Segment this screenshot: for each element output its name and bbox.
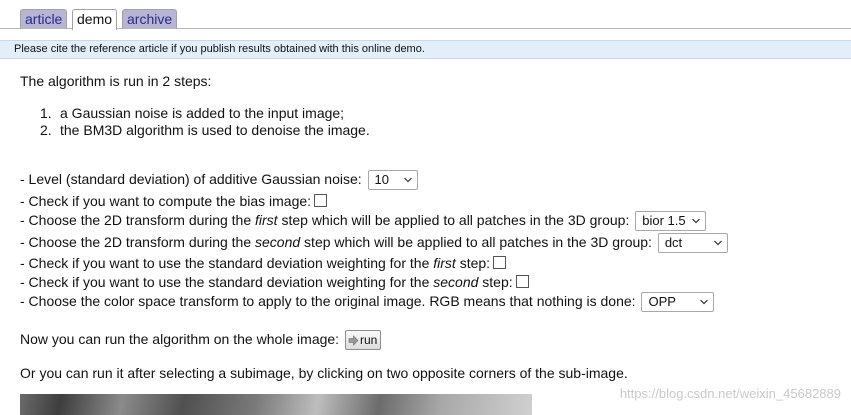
noise-level-select[interactable]: 10 (367, 170, 418, 191)
weight-first-label-em: first (433, 255, 456, 271)
transform-first-value: bior 1.5 (642, 213, 686, 229)
transform-first-label-pre: - Choose the 2D transform during the (20, 212, 256, 228)
step-number: 2. (40, 122, 52, 138)
tab-bar: article demo archive (0, 0, 851, 30)
tab-archive[interactable]: archive (122, 9, 178, 29)
transform-first-row: - Choose the 2D transform during the fir… (20, 211, 707, 232)
transform-second-label-em: second (255, 234, 301, 250)
tab-demo[interactable]: demo (72, 9, 118, 30)
intro-text: The algorithm is run in 2 steps: (20, 73, 212, 89)
transform-first-select[interactable]: bior 1.5 (635, 211, 707, 232)
chevron-down-icon (403, 177, 412, 183)
weight-second-row: - Check if you want to use the standard … (20, 273, 529, 291)
run-label: Now you can run the algorithm on the who… (20, 331, 340, 347)
tab-article[interactable]: article (20, 9, 68, 29)
bias-label: - Check if you want to compute the bias … (20, 193, 312, 209)
noise-level-label: - Level (standard deviation) of additive… (20, 171, 362, 187)
weight-first-label-post: step: (455, 255, 491, 271)
citation-notice: Please cite the reference article if you… (0, 40, 851, 59)
transform-second-select[interactable]: dct (657, 233, 728, 254)
run-button[interactable]: run (344, 330, 382, 351)
chevron-down-icon (700, 299, 709, 305)
weight-first-label-pre: - Check if you want to use the standard … (20, 255, 434, 271)
step-text: the BM3D algorithm is used to denoise th… (60, 122, 370, 138)
bias-checkbox[interactable] (314, 194, 328, 208)
noise-level-row: - Level (standard deviation) of additive… (20, 170, 418, 191)
step-item: 2. the BM3D algorithm is used to denoise … (40, 121, 370, 139)
weight-first-row: - Check if you want to use the standard … (20, 254, 507, 272)
transform-second-row: - Choose the 2D transform during the sec… (20, 233, 728, 254)
chevron-down-icon (692, 218, 701, 224)
step-item: 1. a Gaussian noise is added to the input… (40, 104, 344, 122)
transform-second-label-post: step which will be applied to all patche… (300, 234, 652, 250)
transform-first-label-em: first (255, 212, 278, 228)
arrow-right-icon (348, 334, 359, 346)
weight-second-label-pre: - Check if you want to use the standard … (20, 274, 434, 290)
watermark: https://blog.csdn.net/weixin_45682889 (619, 386, 841, 401)
weight-first-checkbox[interactable] (493, 256, 507, 270)
color-space-label: - Choose the color space transform to ap… (20, 293, 636, 309)
step-text: a Gaussian noise is added to the input i… (60, 105, 345, 121)
weight-second-checkbox[interactable] (515, 275, 529, 289)
noise-level-value: 10 (374, 172, 389, 188)
color-space-value: OPP (648, 294, 676, 310)
chevron-down-icon (713, 240, 722, 246)
input-image-preview[interactable] (20, 394, 532, 415)
step-number: 1. (40, 105, 52, 121)
transform-second-label-pre: - Choose the 2D transform during the (20, 234, 256, 250)
run-button-label: run (359, 333, 378, 348)
transform-first-label-post: step which will be applied to all patche… (277, 212, 630, 228)
color-space-row: - Choose the color space transform to ap… (20, 292, 715, 313)
run-row: Now you can run the algorithm on the who… (20, 330, 382, 351)
weight-second-label-post: step: (478, 274, 513, 290)
subimage-text: Or you can run it after selecting a subi… (20, 365, 628, 381)
transform-second-value: dct (664, 235, 683, 251)
color-space-select[interactable]: OPP (641, 292, 715, 313)
weight-second-label-em: second (433, 274, 479, 290)
bias-row: - Check if you want to compute the bias … (20, 192, 328, 210)
